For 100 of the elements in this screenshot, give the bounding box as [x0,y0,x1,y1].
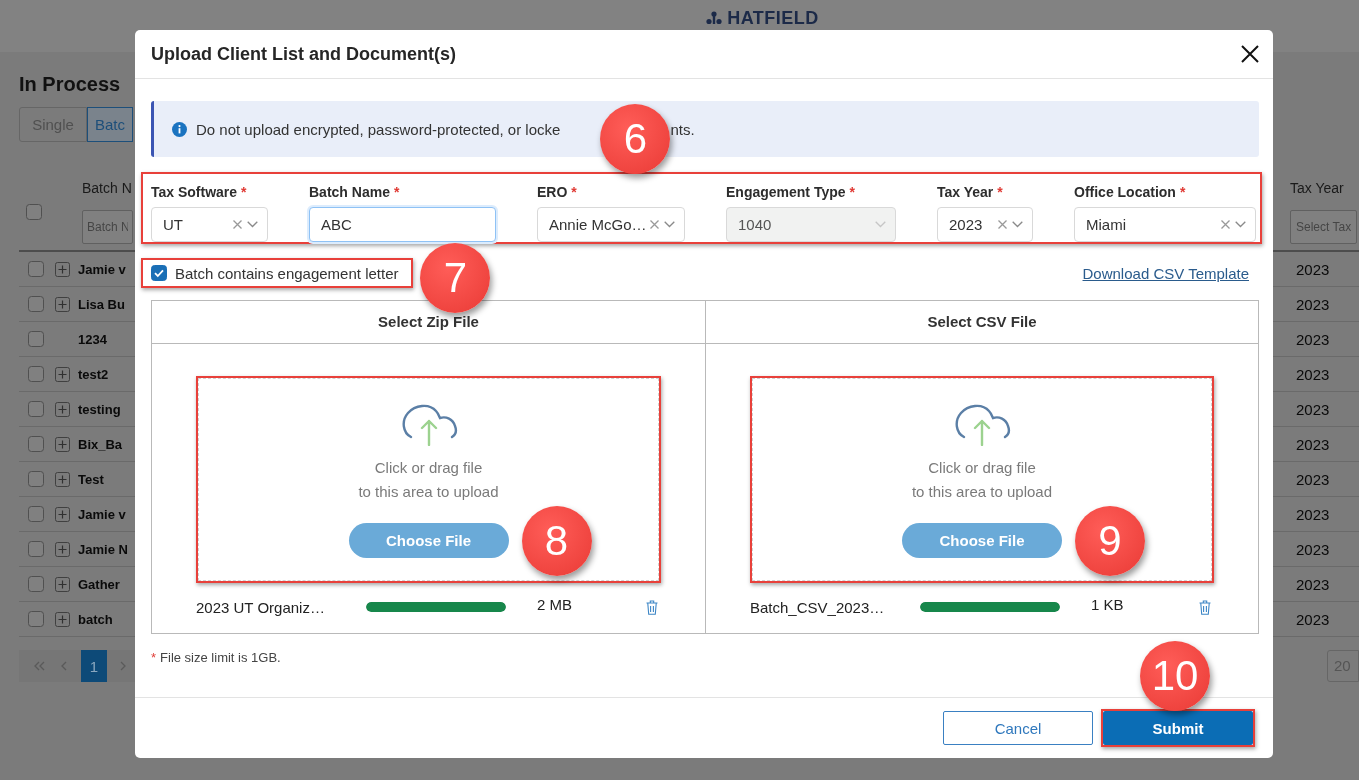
expand-icon[interactable] [55,506,70,522]
batch-name: Test [78,471,104,487]
tax-year: 2023 [1296,435,1330,453]
checkbox-label: Batch contains engagement letter [175,264,399,282]
close-icon[interactable] [1241,45,1259,63]
download-link[interactable]: Download CSV Template [1082,264,1249,282]
batch-name: batch [78,611,113,627]
callout-marker: 9 [1075,505,1145,576]
select-field[interactable]: Miami [1074,207,1256,242]
field-label: ERO [537,183,568,201]
file-size: 2 MB [536,596,573,613]
expand-icon[interactable] [55,436,70,452]
chevron-down-icon [1012,221,1023,228]
row-checkbox[interactable] [28,331,44,347]
size-limit-note: File size limit is 1GB. [160,649,281,665]
expand-icon[interactable] [55,296,70,312]
tax-year: 2023 [1296,260,1330,278]
trash-icon[interactable] [1199,599,1211,615]
drop-hint: Click or drag file to this area to upload [358,458,499,502]
row-checkbox[interactable] [28,471,44,487]
notice-text: nts. [670,120,695,138]
callout-marker: 6 [600,104,671,174]
row-checkbox[interactable] [28,436,44,452]
row-checkbox[interactable] [28,401,44,417]
clear-icon[interactable] [650,220,659,229]
checkbox[interactable] [151,265,167,281]
expand-icon[interactable] [55,576,70,592]
chevron-down-icon [247,221,258,228]
column-header: Batch N [82,179,132,198]
drop-zone[interactable]: Click or drag file to this area to upload Choose File 8 [198,378,659,581]
expand-icon[interactable] [55,471,70,487]
batch-name: Lisa Bu [78,296,125,312]
info-icon [172,121,187,137]
tax-year: 2023 [1296,470,1330,488]
text-input[interactable]: ABC [309,207,496,242]
row-checkbox[interactable] [28,611,44,627]
callout-marker: 8 [521,505,592,576]
expand-icon[interactable] [55,541,70,557]
batch-name: Bix_Ba [78,436,123,452]
drop-zone[interactable]: Click or drag file to this area to upload Choose File 9 [752,378,1212,581]
first-page-icon[interactable] [33,661,45,671]
row-checkbox[interactable] [28,261,44,277]
expand-icon[interactable] [55,401,70,417]
expand-icon[interactable] [55,611,70,627]
cancel-button[interactable]: Cancel [943,711,1093,745]
file-name: Batch_CSV_2023… [750,598,886,616]
upload-heading: Select Zip File [378,314,479,330]
previous-page-icon[interactable] [60,661,67,671]
field-label: Batch Name [309,183,390,201]
filter-input[interactable]: Select Tax [1290,210,1357,244]
logo-icon [706,11,723,25]
brand-name: HATFIELD [727,8,819,28]
required-mark: * [571,183,577,201]
row-checkbox[interactable] [28,541,44,557]
required-mark: * [393,183,400,201]
batch-name: 1234 [78,331,107,347]
field-label: Tax Year [937,183,994,201]
batch-name: Jamie N [78,541,128,557]
tax-year: 2023 [1296,540,1330,558]
row-checkbox[interactable] [28,576,44,592]
select-all-checkbox[interactable] [26,204,42,220]
required-mark: * [151,649,157,665]
clear-icon[interactable] [998,220,1007,229]
select-field[interactable]: Annie McGo… [537,207,685,242]
next-page-icon[interactable] [120,661,127,671]
expand-icon[interactable] [55,366,70,382]
clear-icon[interactable] [1221,220,1230,229]
batch-name: Gather [78,576,120,592]
expand-icon[interactable] [55,261,70,277]
clear-icon[interactable] [233,220,242,229]
required-mark: * [241,183,247,201]
callout-marker: 7 [420,243,491,313]
batch-name: Jamie v [78,261,126,277]
callout-marker: 10 [1140,641,1210,711]
row-checkbox[interactable] [28,296,44,312]
field-label: Engagement Type [726,183,846,201]
row-checkbox[interactable] [28,506,44,522]
field-label: Office Location [1074,183,1176,201]
page-button[interactable]: 1 [81,650,107,682]
row-checkbox[interactable] [28,366,44,382]
chevron-down-icon [664,221,675,228]
required-mark: * [1179,183,1186,201]
tax-year: 2023 [1296,575,1330,593]
tax-year: 2023 [1296,365,1330,383]
filter-input[interactable]: Batch N [82,210,133,244]
tax-year: 2023 [1296,295,1330,313]
upload-heading: Select CSV File [927,314,1037,330]
tax-year: 2023 [1296,610,1330,628]
drop-hint: Click or drag file to this area to upload [911,458,1053,502]
batch-name: testing [78,401,121,417]
select-field[interactable]: 2023 [937,207,1033,242]
select-field[interactable]: UT [151,207,268,242]
column-header: Tax Year [1290,179,1344,198]
tax-year: 2023 [1296,330,1330,348]
choose-file-button[interactable]: Choose File [348,523,509,558]
page-heading: In Process [19,72,122,96]
required-mark: * [997,183,1003,201]
choose-file-button[interactable]: Choose File [902,523,1062,558]
submit-button[interactable]: Submit [1103,711,1253,745]
trash-icon[interactable] [646,599,658,615]
